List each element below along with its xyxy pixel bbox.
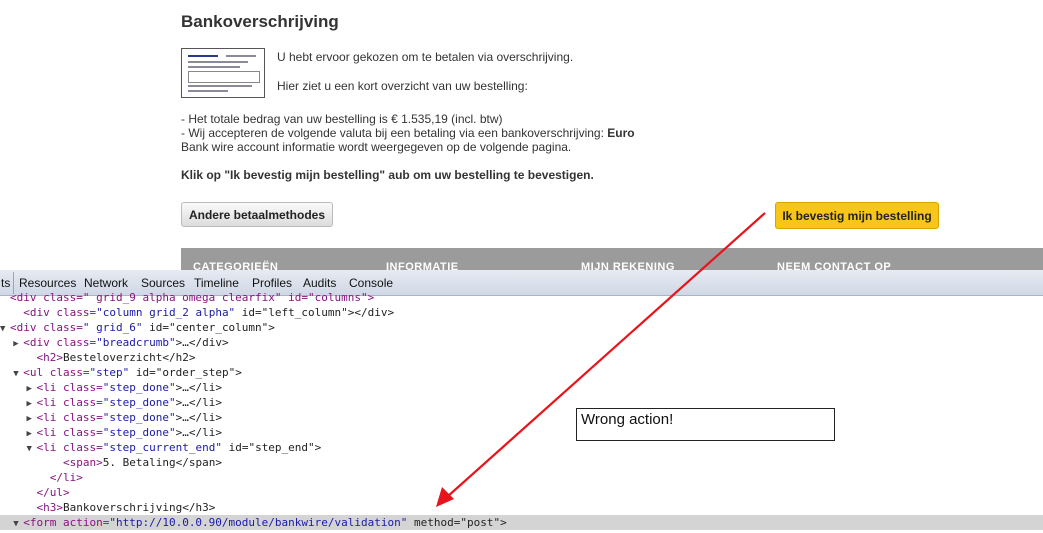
other-payment-methods-button[interactable]: Andere betaalmethodes [181, 202, 333, 227]
dom-node-line[interactable]: ▶ <li class="step_done">…</li> [0, 410, 1043, 425]
tag-rest: id="step_end"> [221, 441, 322, 454]
attr-value: "step_done" [102, 411, 176, 424]
tab-sources[interactable]: Sources [141, 276, 185, 290]
confirm-instruction: Klik op "Ik bevestig mijn bestelling" au… [181, 168, 594, 182]
dom-node-line[interactable]: ▶ <li class="step_done">…</li> [0, 425, 1043, 440]
tag-rest: Bankoverschrijving</h3> [63, 501, 216, 514]
tab-console[interactable]: Console [349, 276, 393, 290]
dom-node-line[interactable]: <h3>Bankoverschrijving</h3> [0, 500, 1043, 515]
footer-col-my-account[interactable]: MIJN REKENING [581, 261, 675, 270]
dom-node-line[interactable]: <h2>Besteloverzicht</h2> [0, 350, 1043, 365]
tab-elements[interactable]: ts [1, 276, 10, 290]
tag-rest: >…</li> [175, 426, 222, 439]
tag-name: </ul> [36, 486, 70, 499]
tag-rest: >…</div> [175, 336, 229, 349]
tag-name: </li> [49, 471, 83, 484]
tab-network[interactable]: Network [84, 276, 128, 290]
intro-text: U hebt ervoor gekozen om te betalen via … [277, 50, 574, 64]
attr-value: "step_done" [102, 426, 176, 439]
dom-node-line[interactable]: ▼ <ul class="step" id="order_step"> [0, 365, 1043, 380]
dom-node-line[interactable]: </ul> [0, 485, 1043, 500]
tag-name: <li class= [36, 426, 103, 439]
tab-timeline[interactable]: Timeline [194, 276, 239, 290]
shop-page: Bankoverschrijving U hebt ervoor gekozen… [0, 0, 1043, 270]
tag-name: <div class= [23, 336, 97, 349]
tab-audits[interactable]: Audits [303, 276, 336, 290]
dom-node-line[interactable]: ▼ <li class="step_current_end" id="step_e… [0, 440, 1043, 455]
dom-node-line[interactable]: ▼ <div class=" grid_6" id="center_column"… [0, 320, 1043, 335]
currency-line: - Wij accepteren de volgende valuta bij … [181, 126, 635, 140]
tag-rest: id="left_column"></div> [235, 306, 395, 319]
confirm-order-button[interactable]: Ik bevestig mijn bestelling [775, 202, 939, 229]
dom-node-line[interactable]: <div class="column grid_2 alpha" id="lef… [0, 305, 1043, 320]
currency-value: Euro [607, 126, 635, 140]
dom-node-line[interactable]: ▼ <form action="http://10.0.0.90/module/b… [0, 515, 1043, 530]
attr-value: "http://10.0.0.90/module/bankwire/valida… [109, 516, 408, 529]
tag-name: <form action= [23, 516, 110, 529]
tag-name: <li class= [36, 396, 103, 409]
tag-name: <div class= [23, 306, 97, 319]
tag-rest: Besteloverzicht</h2> [63, 351, 196, 364]
tab-profiles[interactable]: Profiles [252, 276, 292, 290]
tag-name: <h3> [36, 501, 64, 514]
attr-value: "step" [89, 366, 130, 379]
tag-name: <div class=" grid_9 alpha omega clearfix… [10, 291, 375, 304]
tag-name: <li class= [36, 441, 103, 454]
dom-node-line[interactable]: ▶ <li class="step_done">…</li> [0, 395, 1043, 410]
tag-rest: id="center_column"> [142, 321, 275, 334]
tag-name: <div class= [10, 321, 83, 334]
summary-intro-text: Hier ziet u een kort overzicht van uw be… [277, 79, 528, 93]
attr-value: "step_current_end" [102, 441, 222, 454]
dom-node-line[interactable]: <div class=" grid_9 alpha omega clearfix… [0, 290, 1043, 305]
tab-resources[interactable]: Resources [19, 276, 76, 290]
tag-name: <h2> [36, 351, 64, 364]
tag-rest: 5. Betaling</span> [102, 456, 222, 469]
currency-line-prefix: - Wij accepteren de volgende valuta bij … [181, 126, 608, 140]
annotation-note: Wrong action! [576, 408, 835, 441]
bank-info-text: Bank wire account informatie wordt weerg… [181, 140, 572, 154]
attr-value: "step_done" [102, 396, 176, 409]
dom-node-line[interactable]: </li> [0, 470, 1043, 485]
footer-col-information[interactable]: INFORMATIE [386, 261, 459, 270]
footer-bar: CATEGORIEËN INFORMATIE MIJN REKENING NEE… [181, 248, 1043, 270]
tag-rest: >…</li> [175, 396, 222, 409]
tag-name: <ul class= [23, 366, 90, 379]
dom-node-line[interactable]: ▶ <div class="breadcrumb">…</div> [0, 335, 1043, 350]
footer-col-categories[interactable]: CATEGORIEËN [193, 261, 278, 270]
tag-rest: method="post"> [407, 516, 507, 529]
expand-triangle-down-icon[interactable]: ▼ [13, 517, 23, 532]
attr-value: " grid_6" [82, 321, 143, 334]
bankwire-thumbnail [181, 48, 265, 98]
tag-name: <li class= [36, 411, 103, 424]
dom-node-line[interactable]: ▶ <li class="step_done">…</li> [0, 380, 1043, 395]
tag-rest: >…</li> [175, 411, 222, 424]
tag-rest: id="order_step"> [129, 366, 242, 379]
tag-name: <li class= [36, 381, 103, 394]
dom-node-line[interactable]: <span>5. Betaling</span> [0, 455, 1043, 470]
devtools-panel: ts Resources Network Sources Timeline Pr… [0, 270, 1043, 533]
tag-name: <span> [62, 456, 103, 469]
attr-value: "breadcrumb" [96, 336, 176, 349]
tag-rest: >…</li> [175, 381, 222, 394]
footer-col-contact[interactable]: NEEM CONTACT OP [777, 261, 891, 270]
total-line: - Het totale bedrag van uw bestelling is… [181, 112, 503, 126]
attr-value: "step_done" [102, 381, 176, 394]
attr-value: "column grid_2 alpha" [96, 306, 236, 319]
page-heading: Bankoverschrijving [181, 12, 339, 31]
